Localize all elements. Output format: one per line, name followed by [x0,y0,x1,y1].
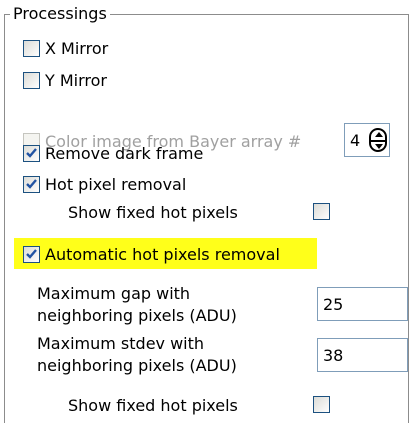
checkmark-icon [26,248,37,259]
y-mirror-option[interactable]: Y Mirror [23,68,107,92]
bayer-spinner-value[interactable]: 4 [350,131,360,150]
show-fixed-label-2: Show fixed hot pixels [68,395,238,415]
hot-pixel-option[interactable]: Hot pixel removal [23,172,186,196]
max-gap-label-line2: neighboring pixels (ADU) [37,306,237,325]
max-stdev-label-line2: neighboring pixels (ADU) [37,356,237,375]
remove-dark-checkbox[interactable] [23,144,40,162]
max-gap-input[interactable]: 25 [317,287,408,321]
arrow-down-icon[interactable] [375,144,383,149]
groupbox-title: Processings [10,4,110,24]
x-mirror-checkbox[interactable] [23,39,40,57]
max-gap-label-line1: Maximum gap with [37,284,191,303]
max-gap-value[interactable]: 25 [323,295,343,314]
show-fixed-label-1: Show fixed hot pixels [68,202,238,222]
show-fixed-option-1: Show fixed hot pixels [68,200,238,224]
y-mirror-checkbox[interactable] [23,71,40,89]
hot-pixel-checkbox[interactable] [23,175,40,193]
max-stdev-value[interactable]: 38 [323,346,343,365]
checkmark-icon [26,147,37,158]
auto-hot-label: Automatic hot pixels removal [45,244,280,264]
spinner-divider [371,140,385,142]
remove-dark-label: Remove dark frame [45,143,204,163]
auto-hot-checkbox[interactable] [23,245,40,263]
show-fixed-checkbox-1[interactable] [313,203,330,220]
show-fixed-checkbox-2[interactable] [313,396,330,413]
checkmark-icon [26,178,37,189]
remove-dark-option[interactable]: Remove dark frame [23,141,203,165]
max-stdev-label: Maximum stdev with neighboring pixels (A… [37,333,237,377]
spinner-buttons[interactable] [369,128,387,152]
y-mirror-label: Y Mirror [45,70,107,90]
x-mirror-option[interactable]: X Mirror [23,36,108,60]
arrow-up-icon[interactable] [375,132,383,137]
x-mirror-label: X Mirror [45,38,109,58]
hot-pixel-label: Hot pixel removal [45,174,187,194]
auto-hot-option[interactable]: Automatic hot pixels removal [23,242,280,266]
bayer-spinner[interactable]: 4 [344,123,390,157]
max-gap-label: Maximum gap with neighboring pixels (ADU… [37,283,237,327]
show-fixed-option-2: Show fixed hot pixels [68,393,238,417]
max-stdev-label-line1: Maximum stdev with [37,334,205,353]
max-stdev-input[interactable]: 38 [317,338,408,372]
